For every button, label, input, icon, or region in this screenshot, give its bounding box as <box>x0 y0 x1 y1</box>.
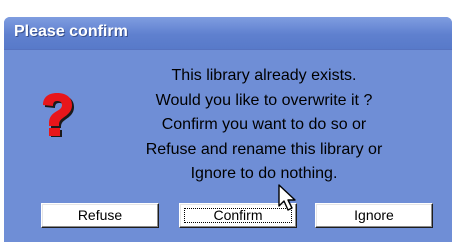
message-line: Confirm you want to do so or <box>161 116 367 133</box>
dialog-body: This library already exists. Would you l… <box>4 50 452 242</box>
mouse-pointer-icon <box>278 184 296 211</box>
message-line: This library already exists. <box>171 67 357 84</box>
message-line: Would you like to overwrite it ? <box>155 91 373 109</box>
ignore-button-label: Ignore <box>354 207 394 223</box>
message-text: This library already exists. Would you l… <box>104 64 424 187</box>
question-mark-icon <box>43 93 74 137</box>
confirm-dialog: Please confirm This library already exis… <box>4 17 452 242</box>
title-bar[interactable]: Please confirm <box>4 17 452 50</box>
refuse-button-label: Refuse <box>77 207 123 223</box>
dialog-title: Please confirm <box>14 23 128 40</box>
message-line: Ignore to do nothing. <box>190 165 338 182</box>
ignore-button[interactable]: Ignore <box>315 203 433 228</box>
message-line: Refuse and rename this library or <box>145 140 383 158</box>
refuse-button[interactable]: Refuse <box>41 203 159 228</box>
confirm-button-label: Confirm <box>213 207 263 223</box>
